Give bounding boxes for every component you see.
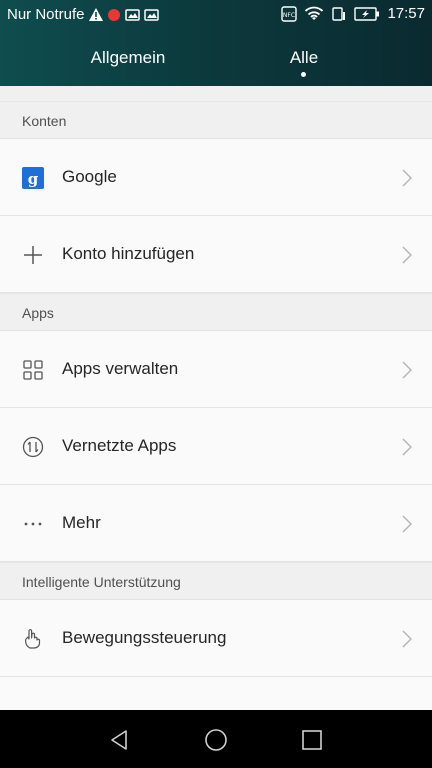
back-icon[interactable] [108, 728, 132, 752]
settings-list: Konten g Google Konto hinzufügen Apps Ap… [0, 86, 432, 710]
active-tab-indicator [301, 72, 306, 77]
nfc-icon: NFC [281, 5, 298, 22]
hand-gesture-icon [25, 629, 41, 649]
header: Nur Notrufe NFC 17:57 Allgemein Alle [0, 0, 432, 86]
battery-charging-icon [354, 6, 380, 21]
grid-icon [23, 360, 43, 380]
list-item-label: Bewegungssteuerung [62, 628, 227, 647]
google-icon: g [22, 167, 44, 189]
chevron-right-icon [402, 361, 412, 379]
chevron-right-icon [402, 630, 412, 648]
nfc-label: NFC [283, 12, 295, 19]
sim-icon [332, 6, 346, 21]
clock-text: 17:57 [387, 5, 425, 22]
chevron-right-icon [402, 169, 412, 187]
list-item-google[interactable]: g Google [0, 139, 432, 216]
more-dots-icon [24, 522, 42, 526]
list-item-manage-apps[interactable]: Apps verwalten [0, 331, 432, 408]
status-right: NFC 17:57 [281, 5, 425, 22]
chevron-right-icon [402, 246, 412, 264]
list-item-label: Konto hinzufügen [62, 244, 195, 263]
tab-bar: Allgemein Alle [0, 44, 432, 84]
top-spacer [0, 86, 432, 101]
tab-allgemein[interactable]: Allgemein [91, 48, 166, 68]
list-item-label: Mehr [62, 513, 101, 532]
list-item-connected-apps[interactable]: Vernetzte Apps [0, 408, 432, 485]
recents-icon[interactable] [300, 728, 324, 752]
tab-alle[interactable]: Alle [290, 48, 318, 68]
section-header-apps: Apps [0, 293, 432, 331]
plus-icon [24, 246, 42, 264]
carrier-text: Nur Notrufe [7, 6, 85, 23]
status-left: Nur Notrufe [7, 6, 159, 23]
wifi-icon [305, 6, 324, 20]
list-item-label: Google [62, 167, 117, 186]
navigation-bar [0, 710, 432, 768]
list-item-label: Vernetzte Apps [62, 436, 177, 455]
list-item-label: Apps verwalten [62, 359, 179, 378]
chevron-right-icon [402, 515, 412, 533]
sync-icon [22, 436, 44, 458]
gallery-icon [124, 9, 140, 21]
home-icon[interactable] [204, 728, 228, 752]
list-item-motion-control[interactable]: Bewegungssteuerung [0, 600, 432, 677]
chevron-right-icon [402, 438, 412, 456]
list-item-add-account[interactable]: Konto hinzufügen [0, 216, 432, 293]
status-bar: Nur Notrufe NFC 17:57 [0, 0, 432, 30]
record-icon [107, 8, 120, 21]
section-header-konten: Konten [0, 101, 432, 139]
gallery-icon-2 [143, 9, 159, 21]
list-item-more[interactable]: Mehr [0, 485, 432, 562]
section-header-intelligent: Intelligente Unterstützung [0, 562, 432, 600]
svg-text:g: g [28, 170, 39, 188]
warning-icon [88, 8, 103, 21]
list-item-partial[interactable] [0, 677, 432, 710]
